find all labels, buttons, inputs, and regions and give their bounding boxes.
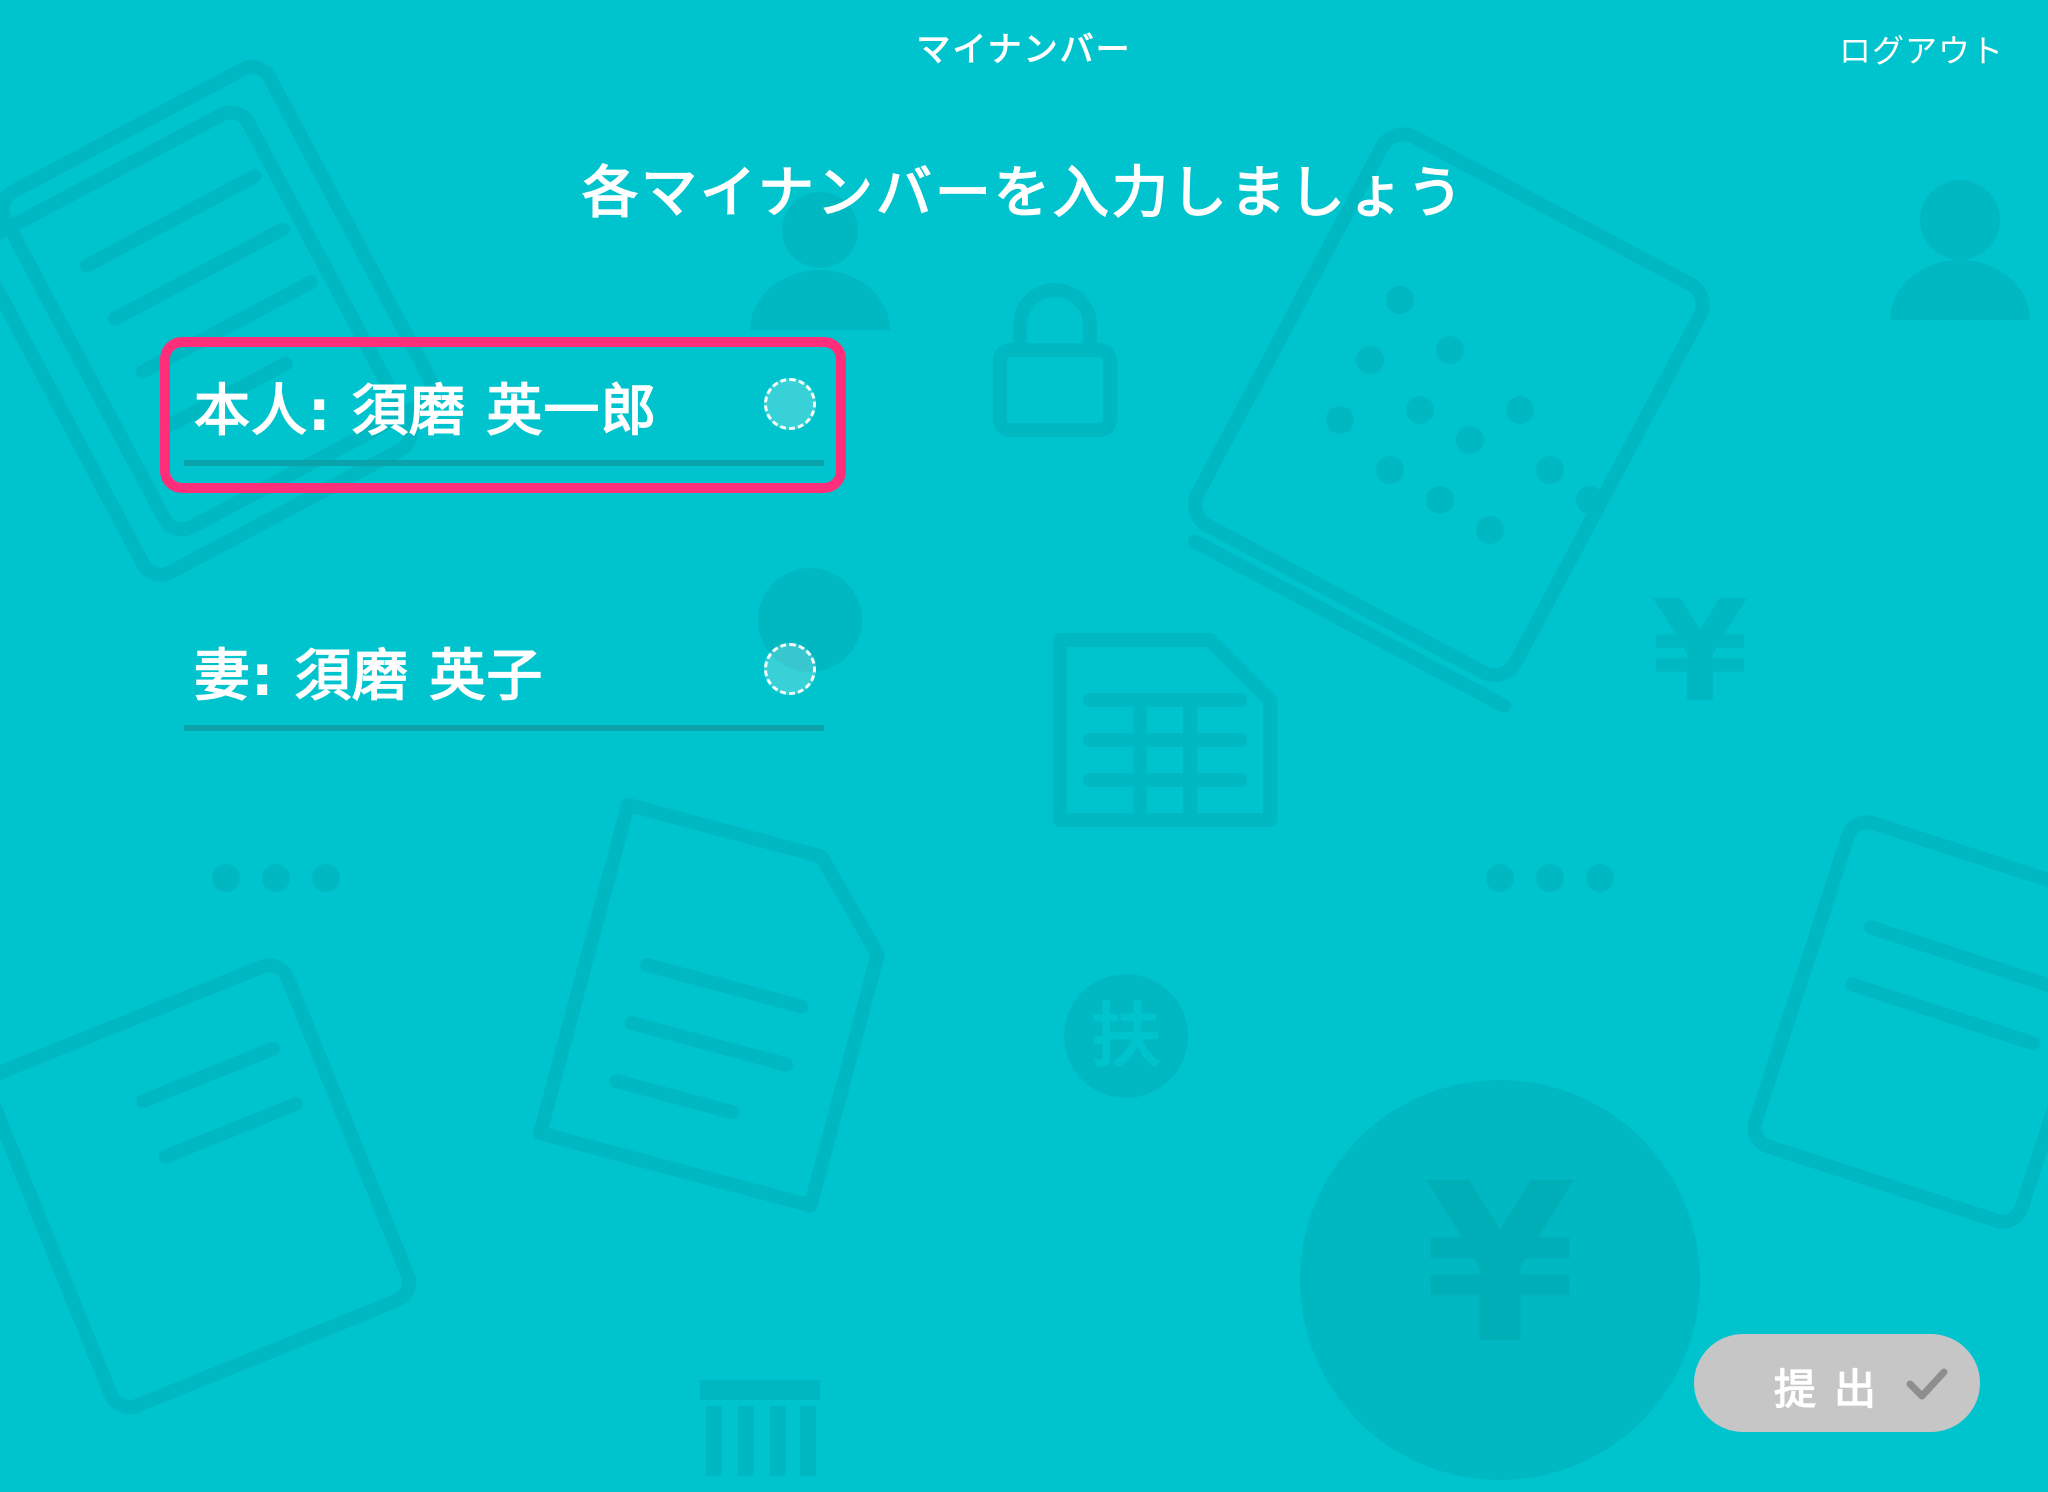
submit-label: 提出 (1774, 1365, 1895, 1414)
check-icon (1906, 1368, 1948, 1400)
id-card-icon (0, 958, 417, 1415)
document-right-icon (1747, 815, 2048, 1229)
spreadsheet-icon (1053, 633, 1277, 827)
document-stack-icon (0, 60, 439, 582)
lock-icon (993, 283, 1117, 437)
status-circle-icon (764, 643, 816, 695)
fuyo-badge-glyph: 扶 (1091, 995, 1161, 1077)
yen-icon: ¥ (1651, 571, 1748, 734)
field-label-spouse: 妻: 須磨 英子 (194, 644, 544, 709)
submit-button[interactable]: 提出 (1694, 1334, 1980, 1432)
document-icon (533, 797, 885, 1213)
my-number-field-self[interactable]: 本人: 須磨 英一郎 (184, 356, 824, 466)
field-underline (184, 725, 824, 731)
logout-link[interactable]: ログアウト (1839, 26, 2004, 72)
field-underline (184, 460, 824, 466)
page-title: マイナンバー (916, 30, 1132, 70)
instruction-heading: 各マイナンバーを入力しましょう (582, 161, 1466, 226)
status-circle-icon (764, 378, 816, 430)
field-label-self: 本人: 須磨 英一郎 (194, 379, 658, 444)
my-number-field-spouse[interactable]: 妻: 須磨 英子 (184, 621, 824, 731)
yen-large-icon: ¥ (1423, 1136, 1576, 1392)
